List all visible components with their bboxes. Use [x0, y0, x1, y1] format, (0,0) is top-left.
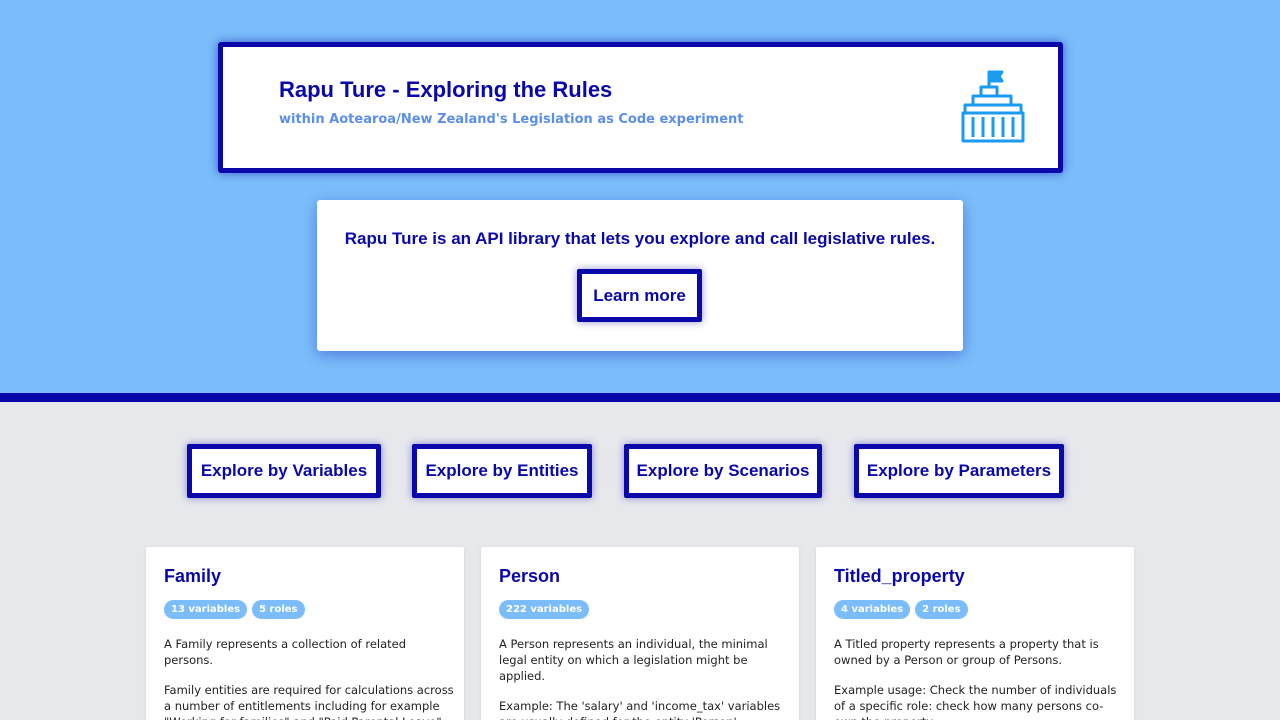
entity-card-family[interactable]: Family 13 variables 5 roles A Family rep… [146, 547, 464, 720]
description-paragraph: Example usage: Check the number of indiv… [834, 683, 1117, 720]
badge-group: 222 variables [499, 600, 590, 619]
variables-count-badge: 4 variables [834, 600, 911, 619]
variables-count-badge: 222 variables [499, 600, 590, 619]
description-paragraph: A Titled property represents a property … [834, 637, 1099, 667]
description-paragraph: Family entities are required for calcula… [164, 683, 454, 720]
header-card: Rapu Ture - Exploring the Rules within A… [218, 42, 1063, 173]
page-title: Rapu Ture - Exploring the Rules [279, 77, 613, 102]
page-subtitle: within Aotearoa/New Zealand's Legislatio… [279, 112, 744, 127]
intro-text: Rapu Ture is an API library that lets yo… [344, 229, 936, 248]
entity-title[interactable]: Family [164, 566, 221, 587]
explore-entities-button[interactable]: Explore by Entities [412, 444, 592, 498]
entity-description: A Person represents an individual, the m… [499, 636, 789, 720]
entity-title[interactable]: Titled_property [834, 566, 965, 587]
description-paragraph: Example: The 'salary' and 'income_tax' v… [499, 699, 781, 720]
entity-description: A Family represents a collection of rela… [164, 636, 454, 720]
variables-count-badge: 13 variables [164, 600, 248, 619]
entity-title[interactable]: Person [499, 566, 560, 587]
entity-card-person[interactable]: Person 222 variables A Person represents… [481, 547, 799, 720]
description-paragraph: A Person represents an individual, the m… [499, 637, 768, 683]
learn-more-button[interactable]: Learn more [577, 269, 702, 322]
entity-card-titled-property[interactable]: Titled_property 4 variables 2 roles A Ti… [816, 547, 1134, 720]
badge-group: 13 variables 5 roles [164, 600, 305, 619]
hero-section: Rapu Ture - Exploring the Rules within A… [0, 0, 1280, 393]
description-paragraph: A Family represents a collection of rela… [164, 637, 407, 667]
roles-count-badge: 5 roles [252, 600, 305, 619]
explore-scenarios-button[interactable]: Explore by Scenarios [624, 444, 822, 498]
roles-count-badge: 2 roles [915, 600, 968, 619]
parliament-building-icon [961, 70, 1025, 143]
explore-parameters-button[interactable]: Explore by Parameters [854, 444, 1064, 498]
section-divider [0, 393, 1280, 402]
entity-description: A Titled property represents a property … [834, 636, 1124, 720]
intro-card: Rapu Ture is an API library that lets yo… [317, 200, 963, 351]
badge-group: 4 variables 2 roles [834, 600, 968, 619]
explore-variables-button[interactable]: Explore by Variables [187, 444, 381, 498]
